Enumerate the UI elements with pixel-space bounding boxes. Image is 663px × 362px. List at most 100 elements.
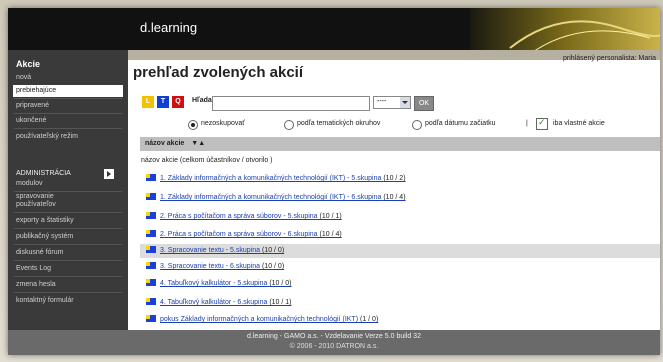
table-row[interactable]: 2. Práca s počítačom a správa súborov - … [140, 228, 660, 242]
participant-count: (10 / 1) [319, 213, 342, 220]
flag-icon [146, 262, 156, 269]
action-name[interactable]: 1. Základy informačných a komunikačných … [160, 194, 381, 201]
app-header: d.learning [8, 8, 660, 50]
flag-icon [146, 174, 156, 181]
sidebar-divider [14, 128, 122, 129]
radio-label: podľa dátumu začiatku [425, 120, 496, 127]
table-row[interactable]: 2. Práca s počítačom a správa súborov - … [140, 210, 660, 224]
sidebar-item-pouzivatelov[interactable]: používateľov [16, 200, 120, 212]
flag-icon [146, 212, 156, 219]
sort-icon[interactable]: ▼▲ [186, 140, 205, 147]
action-name[interactable]: pokus Základy informačných a komunikačný… [160, 316, 358, 323]
radio-tematicke-okruhy[interactable] [284, 120, 294, 130]
sidebar-divider [14, 244, 122, 245]
sidebar-item-nova[interactable]: nová [16, 72, 120, 84]
own-actions-label: iba vlastné akcie [553, 120, 605, 127]
app-window: d.learning prihlásený personalista: Mari… [8, 8, 660, 355]
action-name[interactable]: 4. Tabuľkový kalkulátor - 5.skupina [160, 280, 267, 287]
sidebar-divider [14, 113, 122, 114]
separator: | [526, 120, 528, 127]
table-row[interactable]: 1. Základy informačných a komunikačných … [140, 172, 660, 186]
action-link[interactable]: 1. Základy informačných a komunikačných … [160, 172, 406, 186]
table-header[interactable]: názov akcie ▼▲ [140, 137, 660, 151]
sidebar-item-events-log[interactable]: Events Log [16, 263, 120, 275]
ok-button[interactable]: OK [414, 96, 434, 111]
sidebar-item-ukoncene[interactable]: ukončené [16, 115, 120, 127]
participant-count: (10 / 4) [383, 194, 406, 201]
table-row[interactable]: 4. Tabuľkový kalkulátor - 5.skupina (10 … [140, 277, 660, 291]
participant-count: (1 / 0) [360, 316, 379, 323]
sidebar-divider [14, 260, 122, 261]
flag-icon [146, 246, 156, 253]
radio-datum-zaciatku[interactable] [412, 120, 422, 130]
sidebar-item-kontaktny-formular[interactable]: kontaktný formulár [16, 295, 120, 307]
radio-label: nezoskupovať [201, 120, 245, 127]
header-decoration [470, 8, 660, 50]
action-name[interactable]: 3. Spracovanie textu - 5.skupina [160, 247, 260, 254]
sidebar-item-modulov[interactable]: modulov [16, 178, 120, 190]
category-select[interactable]: ---- [373, 96, 411, 109]
participant-count: (10 / 0) [269, 280, 292, 287]
label-l-badge[interactable]: L [142, 96, 154, 108]
action-link[interactable]: pokus Základy informačných a komunikačný… [160, 313, 378, 327]
table-row[interactable]: 1. Základy informačných a komunikačných … [140, 191, 660, 205]
sidebar-item-prebiehajuce[interactable]: prebiehajúce [13, 85, 123, 97]
logged-user: prihlásený personalista: Maria [563, 55, 656, 62]
table-subheader: názov akcie (celkom účastníkov / otvoril… [141, 157, 273, 164]
column-header-nazov[interactable]: názov akcie [140, 140, 184, 147]
footer: d.learning - GAMO a.s. - Vzdelavanie Ver… [8, 330, 660, 355]
search-input[interactable] [212, 96, 370, 111]
flag-icon [146, 298, 156, 305]
flag-icon [146, 279, 156, 286]
table-row[interactable]: pokus Základy informačných a komunikačný… [140, 313, 660, 327]
sidebar-item-diskusne-forum[interactable]: diskusné fórum [16, 247, 120, 259]
action-link[interactable]: 4. Tabuľkový kalkulátor - 5.skupina (10 … [160, 277, 292, 291]
sidebar-title: Akcie [16, 59, 41, 69]
action-name[interactable]: 2. Práca s počítačom a správa súborov - … [160, 213, 318, 220]
flag-icon [146, 315, 156, 322]
sidebar-item-exporty[interactable]: exporty a štatistiky [16, 215, 120, 227]
brand-title: d.learning [140, 20, 198, 35]
footer-version: d.learning - GAMO a.s. - Vzdelavanie Ver… [247, 333, 421, 340]
participant-count: (10 / 1) [269, 299, 292, 306]
footer-copyright: © 2006 - 2010 DATRON a.s. [289, 343, 379, 350]
sidebar: Akcie nová prebiehajúce pripravené ukonč… [8, 50, 128, 330]
action-name[interactable]: 4. Tabuľkový kalkulátor - 6.skupina [160, 299, 267, 306]
label-t-badge[interactable]: T [157, 96, 169, 108]
action-link[interactable]: 4. Tabuľkový kalkulátor - 6.skupina (10 … [160, 296, 292, 310]
sidebar-divider [14, 292, 122, 293]
sidebar-item-pouzivatelsky-rezim[interactable]: používateľský režim [16, 131, 120, 143]
chevron-down-icon[interactable] [400, 97, 410, 108]
table-row[interactable]: 3. Spracovanie textu - 6.skupina (10 / 0… [140, 260, 660, 274]
sidebar-divider [14, 98, 122, 99]
participant-count: (10 / 0) [261, 263, 285, 270]
action-name[interactable]: 2. Práca s počítačom a správa súborov - … [160, 231, 318, 238]
action-link[interactable]: 3. Spracovanie textu - 5.skupina (10 / 0… [160, 244, 284, 258]
own-actions-checkbox[interactable] [536, 117, 548, 130]
select-value: ---- [377, 98, 387, 105]
sidebar-item-pripravene[interactable]: pripravené [16, 100, 120, 112]
sidebar-divider [14, 212, 122, 213]
action-link[interactable]: 1. Základy informačných a komunikačných … [160, 191, 406, 205]
page-title: prehľad zvolených akcií [133, 64, 304, 81]
page-frame: d.learning prihlásený personalista: Mari… [0, 0, 663, 362]
flag-icon [146, 193, 156, 200]
main-content: prehľad zvolených akcií L T Q Hľadať ---… [128, 60, 660, 330]
radio-nezoskupovat[interactable] [188, 120, 198, 130]
action-link[interactable]: 3. Spracovanie textu - 6.skupina (10 / 0… [160, 260, 284, 274]
table-row[interactable]: 3. Spracovanie textu - 5.skupina (10 / 0… [140, 244, 660, 258]
action-name[interactable]: 1. Základy informačných a komunikačných … [160, 175, 381, 182]
action-link[interactable]: 2. Práca s počítačom a správa súborov - … [160, 210, 342, 224]
sidebar-item-zmena-hesla[interactable]: zmena hesla [16, 279, 120, 291]
sidebar-divider [14, 276, 122, 277]
label-q-badge[interactable]: Q [172, 96, 184, 108]
radio-label: podľa tematických okruhov [297, 120, 381, 127]
sidebar-item-label: ADMINISTRÁCIA [16, 170, 71, 177]
sidebar-item-publikacny-system[interactable]: publikačný systém [16, 231, 120, 243]
action-name[interactable]: 3. Spracovanie textu - 6.skupina [160, 263, 260, 270]
table-row[interactable]: 4. Tabuľkový kalkulátor - 6.skupina (10 … [140, 296, 660, 310]
participant-count: (10 / 0) [261, 247, 285, 254]
participant-count: (10 / 4) [319, 231, 342, 238]
sidebar-divider [14, 228, 122, 229]
action-link[interactable]: 2. Práca s počítačom a správa súborov - … [160, 228, 342, 242]
